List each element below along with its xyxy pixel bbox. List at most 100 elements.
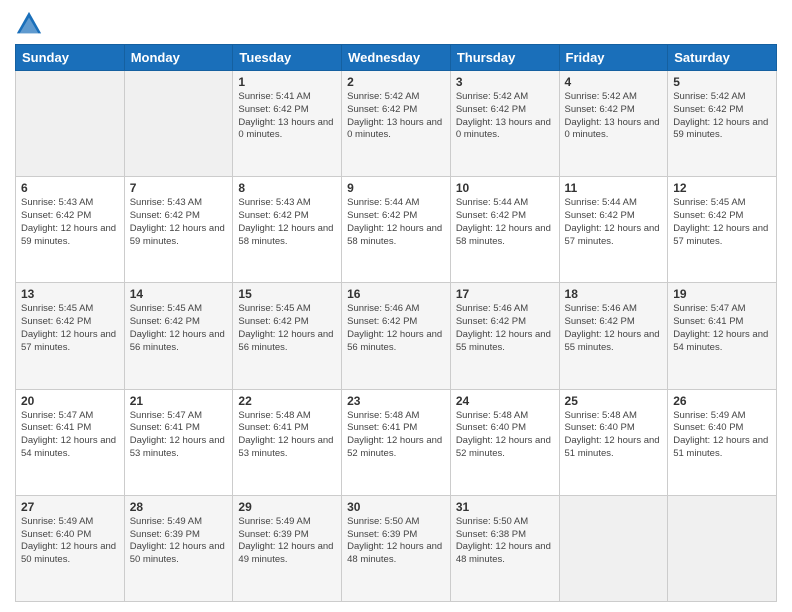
calendar-day-cell: 28Sunrise: 5:49 AM Sunset: 6:39 PM Dayli… [124, 495, 233, 601]
day-info: Sunrise: 5:43 AM Sunset: 6:42 PM Dayligh… [130, 197, 228, 248]
calendar-day-cell: 27 Sunrise: 5:49 AM Sunset: 6:40 PM Dayli… [16, 495, 125, 601]
calendar-day-cell: 8 Sunrise: 5:43 AM Sunset: 6:42 PM Daylig… [233, 177, 342, 283]
calendar-week-row: 13 Sunrise: 5:45 AM Sunset: 6:42 PM Dayli… [16, 283, 777, 389]
day-number: 25 [565, 394, 663, 408]
day-info: Sunrise: 5:47 AM Sunset: 6:41 PM Dayligh… [130, 410, 228, 461]
calendar-week-row: 1 Sunrise: 5:41 AM Sunset: 6:42 PM Daylig… [16, 71, 777, 177]
calendar-day-cell: 23 Sunrise: 5:48 AM Sunset: 6:41 PM Dayli… [342, 389, 451, 495]
day-number: 8 [238, 181, 336, 195]
day-number: 21 [130, 394, 228, 408]
calendar-day-cell: 25 Sunrise: 5:48 AM Sunset: 6:40 PM Dayli… [559, 389, 668, 495]
calendar-day-cell [559, 495, 668, 601]
day-info: Sunrise: 5:49 AM Sunset: 6:39 PM Dayligh… [130, 516, 228, 567]
day-info: Sunrise: 5:49 AM Sunset: 6:40 PM Dayligh… [21, 516, 119, 567]
day-number: 29 [238, 500, 336, 514]
col-thursday: Thursday [450, 45, 559, 71]
day-info: Sunrise: 5:47 AM Sunset: 6:41 PM Dayligh… [21, 410, 119, 461]
calendar-day-cell: 15 Sunrise: 5:45 AM Sunset: 6:42 PM Dayli… [233, 283, 342, 389]
day-number: 16 [347, 287, 445, 301]
day-number: 3 [456, 75, 554, 89]
day-info: Sunrise: 5:44 AM Sunset: 6:42 PM Dayligh… [565, 197, 663, 248]
day-info: Sunrise: 5:42 AM Sunset: 6:42 PM Dayligh… [456, 91, 554, 142]
day-info: Sunrise: 5:45 AM Sunset: 6:42 PM Dayligh… [673, 197, 771, 248]
day-number: 9 [347, 181, 445, 195]
day-number: 24 [456, 394, 554, 408]
header [15, 10, 777, 38]
day-info: Sunrise: 5:46 AM Sunset: 6:42 PM Dayligh… [347, 303, 445, 354]
calendar-week-row: 6 Sunrise: 5:43 AM Sunset: 6:42 PM Daylig… [16, 177, 777, 283]
day-info: Sunrise: 5:48 AM Sunset: 6:41 PM Dayligh… [347, 410, 445, 461]
calendar-day-cell: 21 Sunrise: 5:47 AM Sunset: 6:41 PM Dayli… [124, 389, 233, 495]
day-info: Sunrise: 5:45 AM Sunset: 6:42 PM Dayligh… [238, 303, 336, 354]
day-number: 17 [456, 287, 554, 301]
day-info: Sunrise: 5:44 AM Sunset: 6:42 PM Dayligh… [347, 197, 445, 248]
calendar-day-cell: 26 Sunrise: 5:49 AM Sunset: 6:40 PM Dayli… [668, 389, 777, 495]
calendar-day-cell: 2 Sunrise: 5:42 AM Sunset: 6:42 PM Daylig… [342, 71, 451, 177]
calendar-day-cell: 12 Sunrise: 5:45 AM Sunset: 6:42 PM Dayli… [668, 177, 777, 283]
calendar-day-cell: 18Sunrise: 5:46 AM Sunset: 6:42 PM Dayli… [559, 283, 668, 389]
day-number: 23 [347, 394, 445, 408]
day-number: 2 [347, 75, 445, 89]
day-info: Sunrise: 5:48 AM Sunset: 6:40 PM Dayligh… [565, 410, 663, 461]
calendar-day-cell: 16 Sunrise: 5:46 AM Sunset: 6:42 PM Dayli… [342, 283, 451, 389]
calendar-day-cell: 7Sunrise: 5:43 AM Sunset: 6:42 PM Daylig… [124, 177, 233, 283]
col-monday: Monday [124, 45, 233, 71]
day-info: Sunrise: 5:48 AM Sunset: 6:41 PM Dayligh… [238, 410, 336, 461]
day-number: 26 [673, 394, 771, 408]
day-number: 13 [21, 287, 119, 301]
calendar-day-cell: 24 Sunrise: 5:48 AM Sunset: 6:40 PM Dayli… [450, 389, 559, 495]
calendar-day-cell [124, 71, 233, 177]
calendar-day-cell: 22Sunrise: 5:48 AM Sunset: 6:41 PM Dayli… [233, 389, 342, 495]
page: Sunday Monday Tuesday Wednesday Thursday… [0, 0, 792, 612]
calendar-day-cell: 30 Sunrise: 5:50 AM Sunset: 6:39 PM Dayli… [342, 495, 451, 601]
day-info: Sunrise: 5:44 AM Sunset: 6:42 PM Dayligh… [456, 197, 554, 248]
day-info: Sunrise: 5:41 AM Sunset: 6:42 PM Dayligh… [238, 91, 336, 142]
logo [15, 10, 47, 38]
day-info: Sunrise: 5:43 AM Sunset: 6:42 PM Dayligh… [21, 197, 119, 248]
calendar-header-row: Sunday Monday Tuesday Wednesday Thursday… [16, 45, 777, 71]
calendar-day-cell: 5 Sunrise: 5:42 AM Sunset: 6:42 PM Daylig… [668, 71, 777, 177]
col-saturday: Saturday [668, 45, 777, 71]
day-info: Sunrise: 5:48 AM Sunset: 6:40 PM Dayligh… [456, 410, 554, 461]
day-number: 18 [565, 287, 663, 301]
day-number: 20 [21, 394, 119, 408]
calendar-day-cell [16, 71, 125, 177]
calendar-day-cell: 19 Sunrise: 5:47 AM Sunset: 6:41 PM Dayli… [668, 283, 777, 389]
calendar-week-row: 27 Sunrise: 5:49 AM Sunset: 6:40 PM Dayli… [16, 495, 777, 601]
calendar-day-cell: 20 Sunrise: 5:47 AM Sunset: 6:41 PM Dayli… [16, 389, 125, 495]
day-number: 5 [673, 75, 771, 89]
calendar-day-cell: 3 Sunrise: 5:42 AM Sunset: 6:42 PM Daylig… [450, 71, 559, 177]
calendar-table: Sunday Monday Tuesday Wednesday Thursday… [15, 44, 777, 602]
calendar-day-cell [668, 495, 777, 601]
day-info: Sunrise: 5:42 AM Sunset: 6:42 PM Dayligh… [673, 91, 771, 142]
day-info: Sunrise: 5:42 AM Sunset: 6:42 PM Dayligh… [347, 91, 445, 142]
day-info: Sunrise: 5:45 AM Sunset: 6:42 PM Dayligh… [21, 303, 119, 354]
day-number: 1 [238, 75, 336, 89]
calendar-day-cell: 1 Sunrise: 5:41 AM Sunset: 6:42 PM Daylig… [233, 71, 342, 177]
day-number: 11 [565, 181, 663, 195]
day-number: 12 [673, 181, 771, 195]
calendar-day-cell: 29 Sunrise: 5:49 AM Sunset: 6:39 PM Dayli… [233, 495, 342, 601]
calendar-day-cell: 4Sunrise: 5:42 AM Sunset: 6:42 PM Daylig… [559, 71, 668, 177]
day-info: Sunrise: 5:47 AM Sunset: 6:41 PM Dayligh… [673, 303, 771, 354]
day-number: 6 [21, 181, 119, 195]
day-number: 19 [673, 287, 771, 301]
col-tuesday: Tuesday [233, 45, 342, 71]
day-number: 31 [456, 500, 554, 514]
day-number: 15 [238, 287, 336, 301]
calendar-week-row: 20 Sunrise: 5:47 AM Sunset: 6:41 PM Dayli… [16, 389, 777, 495]
day-number: 27 [21, 500, 119, 514]
calendar-day-cell: 31Sunrise: 5:50 AM Sunset: 6:38 PM Dayli… [450, 495, 559, 601]
day-number: 4 [565, 75, 663, 89]
day-info: Sunrise: 5:43 AM Sunset: 6:42 PM Dayligh… [238, 197, 336, 248]
day-info: Sunrise: 5:50 AM Sunset: 6:39 PM Dayligh… [347, 516, 445, 567]
day-info: Sunrise: 5:49 AM Sunset: 6:40 PM Dayligh… [673, 410, 771, 461]
day-info: Sunrise: 5:46 AM Sunset: 6:42 PM Dayligh… [456, 303, 554, 354]
calendar-day-cell: 17 Sunrise: 5:46 AM Sunset: 6:42 PM Dayli… [450, 283, 559, 389]
day-info: Sunrise: 5:49 AM Sunset: 6:39 PM Dayligh… [238, 516, 336, 567]
calendar-day-cell: 14Sunrise: 5:45 AM Sunset: 6:42 PM Dayli… [124, 283, 233, 389]
calendar-day-cell: 13 Sunrise: 5:45 AM Sunset: 6:42 PM Dayli… [16, 283, 125, 389]
day-number: 14 [130, 287, 228, 301]
day-number: 30 [347, 500, 445, 514]
calendar-day-cell: 9 Sunrise: 5:44 AM Sunset: 6:42 PM Daylig… [342, 177, 451, 283]
